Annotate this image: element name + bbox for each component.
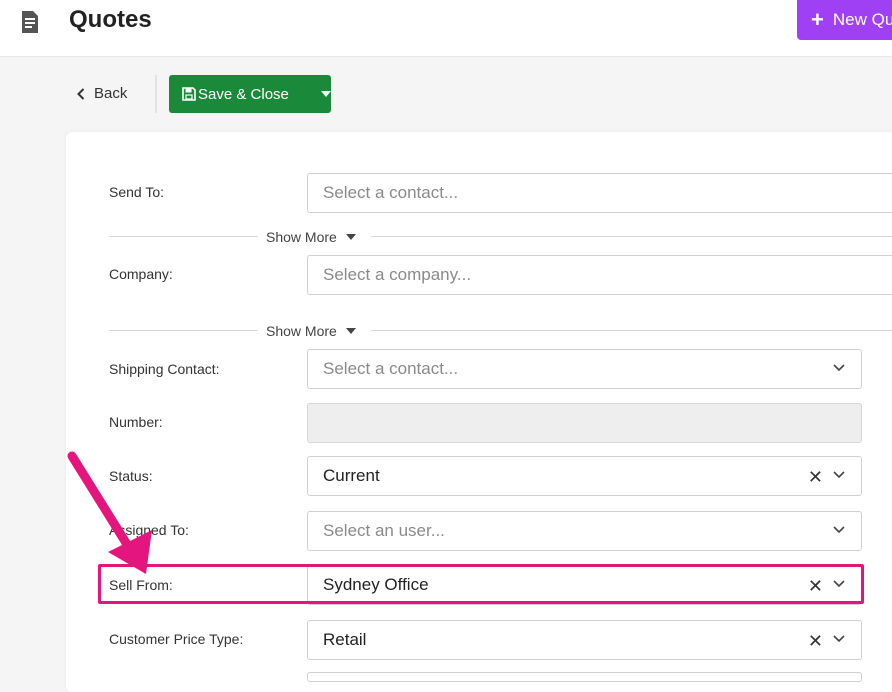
plus-icon: + [811,7,824,32]
send-to-label: Send To: [109,184,165,200]
divider-right [371,236,892,237]
shipping-contact-label: Shipping Contact: [109,361,220,377]
chevron-down-icon[interactable] [833,363,845,373]
top-header: Quotes + New Quo [0,0,892,57]
page-title: Quotes [69,6,152,33]
send-to-select[interactable]: Select a contact... [307,173,892,213]
clear-icon[interactable]: ✕ [808,468,823,486]
new-quote-label: New Quo [832,10,892,29]
toolbar-divider [155,75,157,113]
number-label: Number: [109,414,163,430]
save-close-button[interactable]: Save & Close [169,75,331,113]
annotation-arrow-icon [67,451,152,574]
next-field-partial[interactable] [307,672,862,682]
status-select[interactable]: Current ✕ [307,456,862,496]
back-label: Back [94,85,128,102]
assigned-to-placeholder: Select an user... [323,521,445,540]
show-more-toggle[interactable]: Show More [266,323,356,339]
clear-icon[interactable]: ✕ [808,632,823,650]
company-placeholder: Select a company... [323,265,472,284]
caret-down-icon [345,234,356,240]
floppy-disk-icon [182,87,196,101]
show-more-label: Show More [266,323,337,339]
show-more-label: Show More [266,229,337,245]
save-close-label: Save & Close [198,85,289,103]
chevron-down-icon[interactable] [833,634,845,644]
chevron-down-icon[interactable] [833,525,845,535]
assigned-to-select[interactable]: Select an user... [307,511,862,551]
divider-left [109,236,258,237]
shipping-contact-placeholder: Select a contact... [323,359,459,378]
back-button[interactable]: Back [77,85,127,102]
document-icon [22,11,38,33]
customer-price-type-value: Retail [323,630,367,649]
status-value: Current [323,466,380,485]
divider-left [109,330,258,331]
customer-price-type-label: Customer Price Type: [109,631,244,647]
shipping-contact-select[interactable]: Select a contact... [307,349,862,389]
chevron-left-icon [77,87,85,100]
send-to-placeholder: Select a contact... [323,183,459,202]
number-field [307,403,862,443]
caret-down-icon [345,328,356,334]
highlight-box [98,564,864,604]
show-more-toggle[interactable]: Show More [266,229,356,245]
new-quote-button[interactable]: + New Quo [797,0,892,40]
customer-price-type-select[interactable]: Retail ✕ [307,620,862,660]
company-label: Company: [109,266,173,282]
divider-right [371,330,892,331]
save-dropdown-caret-icon[interactable] [321,91,331,97]
chevron-down-icon[interactable] [833,470,845,480]
save-close-main[interactable]: Save & Close [169,86,307,103]
company-select[interactable]: Select a company... [307,255,892,295]
